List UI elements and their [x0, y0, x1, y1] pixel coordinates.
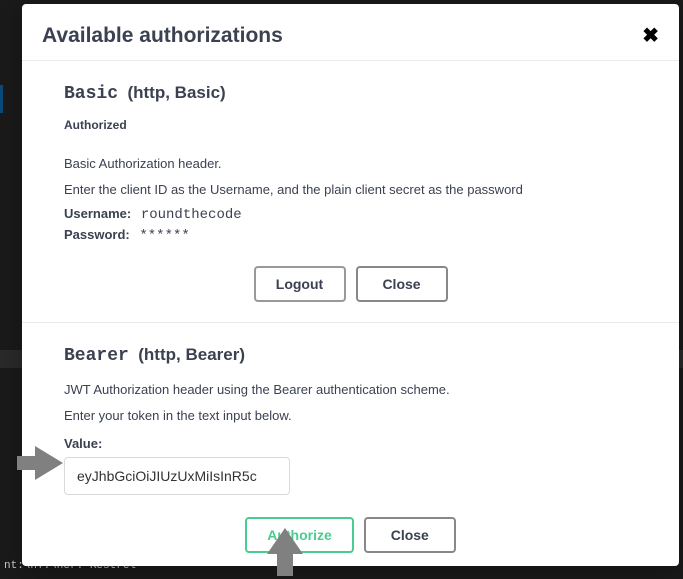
basic-username-value: roundthecode [141, 207, 242, 223]
basic-button-row: Logout Close [64, 266, 637, 302]
basic-description-1: Basic Authorization header. [64, 154, 637, 174]
bearer-scheme-heading: Bearer (http, Bearer) [64, 345, 637, 366]
bearer-value-label: Value: [64, 436, 637, 451]
basic-password-value: ****** [139, 228, 189, 244]
basic-password-row: Password: ****** [64, 227, 637, 244]
bearer-token-input[interactable] [64, 457, 290, 495]
basic-auth-section: Basic (http, Basic) Authorized Basic Aut… [22, 61, 679, 322]
modal-body: Basic (http, Basic) Authorized Basic Aut… [22, 61, 679, 573]
bearer-description-1: JWT Authorization header using the Beare… [64, 380, 637, 400]
logout-button[interactable]: Logout [254, 266, 346, 302]
bearer-auth-section: Bearer (http, Bearer) JWT Authorization … [22, 322, 679, 573]
basic-username-row: Username: roundthecode [64, 206, 637, 223]
basic-scheme-name: Basic [64, 84, 118, 104]
basic-description-2: Enter the client ID as the Username, and… [64, 180, 637, 200]
authorizations-modal: Available authorizations ✖ Basic (http, … [22, 4, 679, 566]
basic-scheme-heading: Basic (http, Basic) [64, 83, 637, 104]
modal-header: Available authorizations ✖ [22, 4, 679, 61]
basic-username-key: Username: [64, 206, 131, 221]
bearer-button-row: Authorize Close [64, 517, 637, 553]
close-icon[interactable]: ✖ [642, 26, 659, 46]
annotation-arrow-icon [265, 528, 305, 576]
basic-scheme-meta: (http, Basic) [127, 83, 225, 102]
bearer-description-2: Enter your token in the text input below… [64, 406, 637, 426]
basic-close-button[interactable]: Close [356, 266, 448, 302]
bearer-close-button[interactable]: Close [364, 517, 456, 553]
basic-password-key: Password: [64, 227, 130, 242]
bg-accent-stripe [0, 85, 3, 113]
bearer-scheme-meta: (http, Bearer) [138, 345, 245, 364]
basic-authorized-label: Authorized [64, 118, 637, 132]
bearer-scheme-name: Bearer [64, 346, 129, 366]
annotation-arrow-icon [15, 438, 65, 488]
modal-title: Available authorizations [42, 24, 283, 48]
